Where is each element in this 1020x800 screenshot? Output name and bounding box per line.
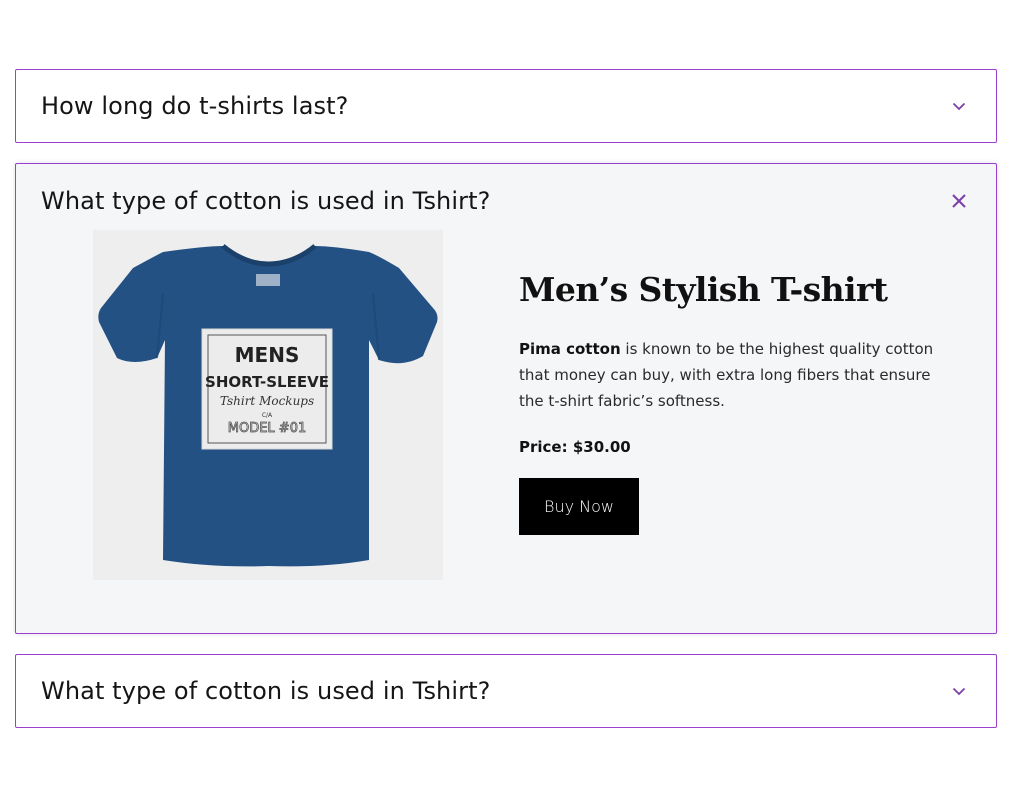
faq-header-3[interactable]: What type of cotton is used in Tshirt? (41, 655, 971, 727)
faq-item-3: What type of cotton is used in Tshirt? (15, 654, 997, 728)
close-icon[interactable] (949, 191, 969, 211)
shirt-print-line4: C/A (262, 412, 273, 419)
shirt-print-line2: SHORT-SLEEVE (205, 373, 329, 391)
chevron-down-icon[interactable] (949, 681, 969, 701)
shirt-print-line1: MENS (235, 343, 300, 367)
faq-question: How long do t-shirts last? (41, 92, 349, 120)
price-label: Price: (519, 438, 568, 456)
price-value: $30.00 (572, 438, 631, 456)
faq-item-1: How long do t-shirts last? (15, 69, 997, 143)
faq-question: What type of cotton is used in Tshirt? (41, 187, 491, 215)
product-description-highlight: Pima cotton (519, 340, 621, 358)
shirt-print-line5: MODEL #01 (228, 421, 306, 436)
product-description: Pima cotton is known to be the highest q… (519, 336, 959, 414)
tshirt-mockup-image: MENS SHORT-SLEEVE Tshirt Mockups C/A MOD… (93, 230, 443, 580)
shirt-print-line3: Tshirt Mockups (220, 394, 314, 408)
product-info: Men’s Stylish T-shirt Pima cotton is kno… (519, 270, 959, 535)
price-line: Price: $30.00 (519, 438, 959, 456)
faq-item-2: What type of cotton is used in Tshirt? M… (15, 163, 997, 634)
chevron-down-icon[interactable] (949, 96, 969, 116)
faq-question: What type of cotton is used in Tshirt? (41, 677, 491, 705)
buy-now-button[interactable]: Buy Now (519, 478, 639, 535)
faq-header-1[interactable]: How long do t-shirts last? (41, 70, 971, 142)
faq-header-2[interactable]: What type of cotton is used in Tshirt? (41, 164, 971, 238)
product-title: Men’s Stylish T-shirt (519, 270, 888, 309)
